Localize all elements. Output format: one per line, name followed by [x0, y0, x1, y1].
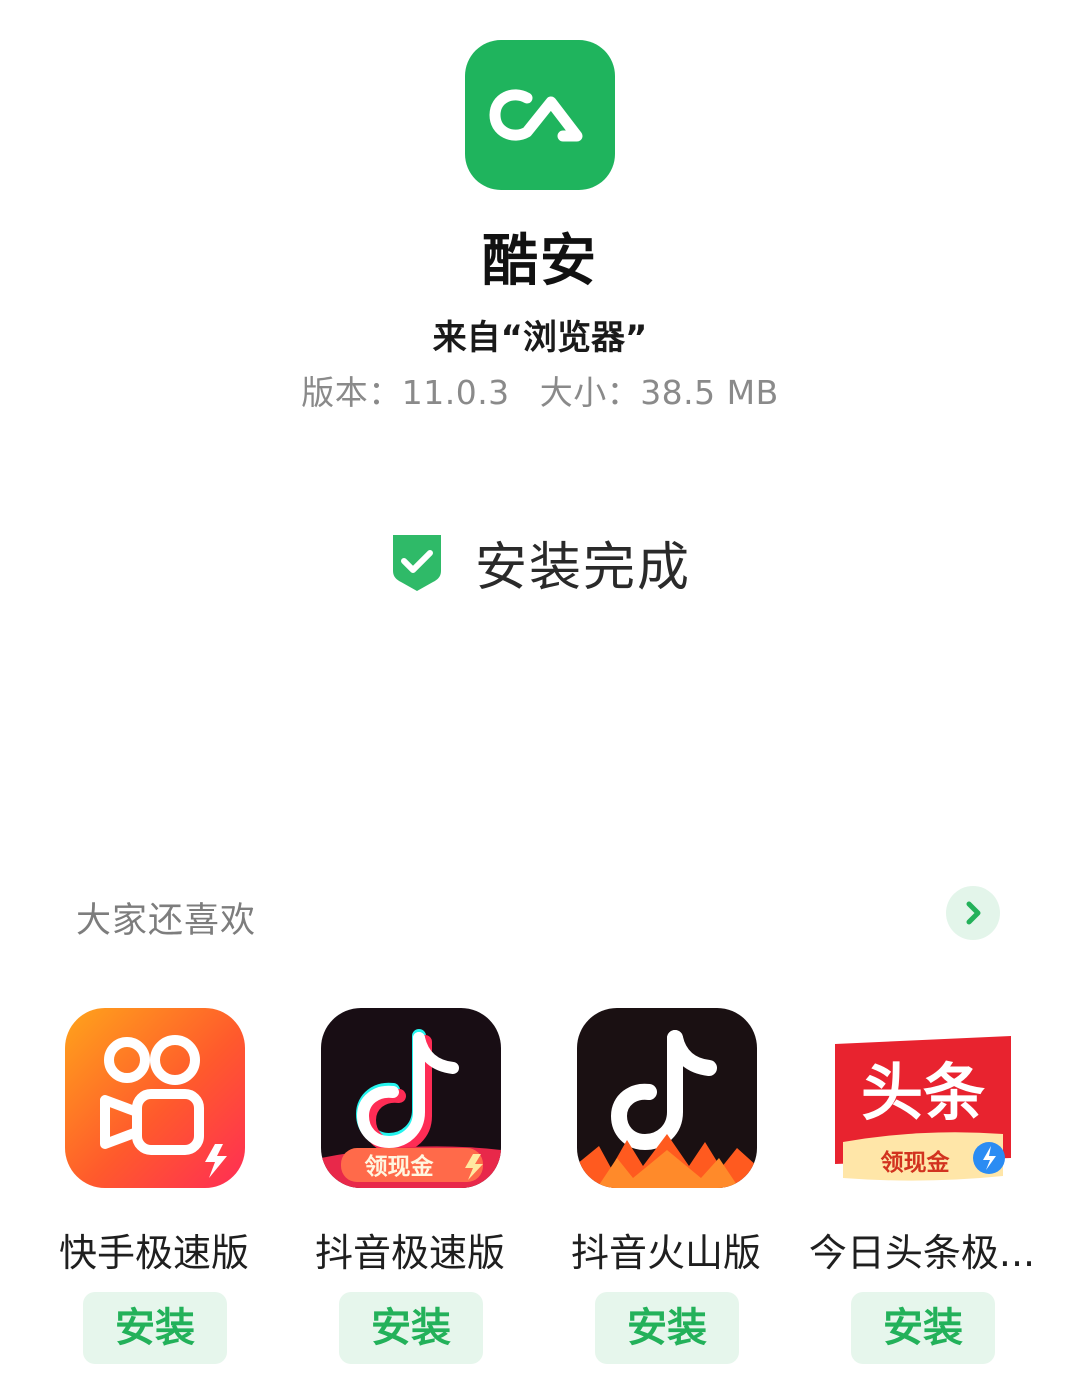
shield-check-icon	[393, 535, 441, 591]
rec-item-name: 快手极速版	[58, 1231, 249, 1275]
icon-text: 头条	[861, 1056, 985, 1129]
status-text: 安装完成	[475, 537, 692, 598]
install-source: 来自“浏览器”	[432, 318, 648, 358]
badge-text: 领现金	[881, 1149, 951, 1176]
badge-text: 领现金	[365, 1153, 435, 1180]
rec-item-name: 抖音火山版	[570, 1231, 761, 1275]
section-title: 大家还喜欢	[76, 901, 257, 941]
app-icon	[465, 40, 615, 190]
install-status: 安装完成	[389, 530, 691, 598]
install-button[interactable]: 安装	[339, 1292, 483, 1364]
douyin-huoshan-icon[interactable]	[577, 1008, 757, 1188]
install-button[interactable]: 安装	[851, 1292, 995, 1364]
install-button[interactable]: 安装	[595, 1292, 739, 1364]
chevron-right-icon	[966, 901, 981, 925]
app-meta: 版本：11.0.3 大小：38.5 MB	[0, 366, 1080, 414]
more-button[interactable]	[946, 886, 1000, 940]
douyin-lite-icon[interactable]: 领现金	[321, 1008, 501, 1188]
version-label: 版本：11.0.3	[301, 373, 510, 412]
rec-item-name: 今日头条极...	[808, 1231, 1036, 1275]
kuaishou-lite-icon[interactable]	[65, 1008, 245, 1188]
toutiao-lite-icon[interactable]: 头条 领现金	[833, 1008, 1013, 1188]
rec-item-name: 抖音极速版	[314, 1231, 505, 1275]
coolapk-logo-icon	[489, 89, 583, 142]
app-name: 酷安	[482, 229, 598, 294]
size-label: 大小：38.5 MB	[539, 373, 779, 412]
install-button[interactable]: 安装	[83, 1292, 227, 1364]
